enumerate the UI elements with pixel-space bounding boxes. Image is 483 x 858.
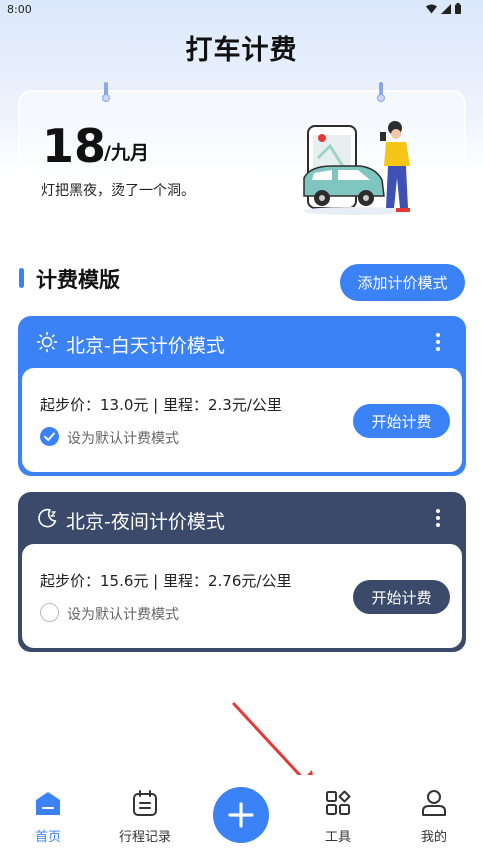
moon-icon (38, 508, 57, 528)
home-icon (36, 792, 60, 815)
more-options-icon[interactable] (436, 333, 440, 353)
nav-profile-label: 我的 (420, 830, 447, 845)
grid-icon (326, 790, 351, 815)
user-icon (422, 790, 446, 816)
add-pricing-mode-button[interactable]: 添加计价模式 (340, 264, 465, 301)
add-button[interactable] (213, 787, 269, 843)
signal-icon (441, 3, 451, 14)
start-billing-button[interactable]: 开始计费 (353, 404, 450, 438)
mode-card-body: 起步价：15.6元 | 里程：2.76元/公里 设为默认计费模式 开始计费 (22, 544, 462, 648)
sun-icon (36, 331, 58, 353)
start-billing-button[interactable]: 开始计费 (353, 580, 450, 614)
nav-profile[interactable]: 我的 (394, 789, 474, 845)
nav-tools[interactable]: 工具 (298, 789, 378, 845)
section-accent-bar (19, 268, 24, 288)
mode-card-header: 北京-夜间计价模式 (18, 492, 466, 544)
nav-trip-records[interactable]: 行程记录 (105, 789, 185, 845)
section-title: 计费模版 (36, 268, 120, 292)
more-options-icon[interactable] (436, 509, 440, 529)
default-mode-label[interactable]: 设为默认计费模式 (67, 604, 179, 624)
page-title: 打车计费 (185, 35, 298, 66)
status-bar: 8:00 (0, 0, 483, 20)
mode-card-header: 北京-白天计价模式 (18, 316, 466, 368)
bottom-navigation: 首页 行程记录 工具 我的 (0, 775, 483, 858)
battery-icon (455, 3, 461, 14)
calendar-ring-right (377, 82, 385, 104)
nav-trip-records-label: 行程记录 (118, 830, 171, 845)
default-checkbox-unchecked[interactable] (40, 603, 59, 622)
status-time: 8:00 (7, 3, 32, 16)
default-checkbox-checked[interactable] (40, 427, 59, 446)
calendar-day: 18 (42, 119, 107, 173)
pricing-mode-card-day[interactable]: 北京-白天计价模式 起步价：13.0元 | 里程：2.3元/公里 设为默认计费模… (18, 316, 466, 476)
check-icon (44, 432, 55, 441)
calendar-icon (133, 790, 157, 816)
nav-home[interactable]: 首页 (8, 789, 88, 845)
plus-icon (228, 802, 254, 828)
nav-home-label: 首页 (34, 830, 61, 845)
mode-name: 北京-夜间计价模式 (66, 511, 225, 533)
status-icons (426, 3, 461, 14)
price-summary: 起步价：15.6元 | 里程：2.76元/公里 (40, 572, 292, 590)
calendar-month: /九月 (104, 142, 149, 164)
mode-name: 北京-白天计价模式 (66, 335, 225, 357)
price-summary: 起步价：13.0元 | 里程：2.3元/公里 (40, 396, 282, 414)
daily-quote: 灯把黑夜，烫了一个洞。 (41, 183, 195, 199)
pricing-mode-card-night[interactable]: 北京-夜间计价模式 起步价：15.6元 | 里程：2.76元/公里 设为默认计费… (18, 492, 466, 652)
calendar-ring-left (102, 82, 110, 104)
wifi-icon (426, 4, 437, 13)
default-mode-label[interactable]: 设为默认计费模式 (67, 428, 179, 448)
nav-tools-label: 工具 (324, 830, 351, 845)
taxi-illustration (303, 121, 410, 215)
mode-card-body: 起步价：13.0元 | 里程：2.3元/公里 设为默认计费模式 开始计费 (22, 368, 462, 472)
